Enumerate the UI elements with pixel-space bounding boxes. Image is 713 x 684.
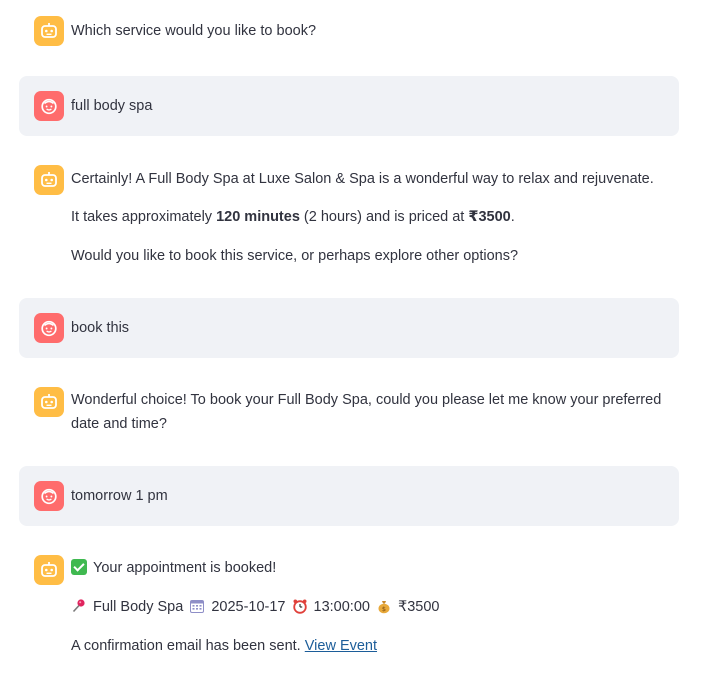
booking-status-text: Your appointment is booked! (93, 560, 277, 576)
chat-message-assistant: Your appointment is booked! Full Body Sp… (19, 540, 679, 680)
chat-message-assistant: Certainly! A Full Body Spa at Luxe Salon… (19, 150, 679, 285)
confirmation-text: A confirmation email has been sent. (71, 638, 301, 654)
booking-confirmed-line: Your appointment is booked! (71, 557, 276, 579)
view-event-link[interactable]: View Event (305, 638, 377, 654)
robot-face-icon (34, 16, 64, 46)
robot-face-icon (34, 387, 64, 417)
appointment-time: 13:00:00 (313, 599, 370, 615)
service-name: Full Body Spa (93, 599, 184, 615)
text-segment: (2 hours) and is priced at (299, 209, 469, 225)
message-text: book this (71, 320, 130, 336)
message-paragraph: Certainly! A Full Body Spa at Luxe Salon… (71, 171, 654, 187)
smiling-face-icon (34, 481, 64, 511)
robot-face-icon (34, 555, 64, 585)
chat-message-user: full body spa (19, 76, 679, 136)
message-text: Which service would you like to book? (71, 23, 317, 39)
message-text: full body spa (71, 98, 153, 114)
chat-message-user: book this (19, 298, 679, 358)
alarm-clock-icon (292, 598, 308, 621)
chat-message-assistant: Wonderful choice! To book your Full Body… (19, 372, 679, 452)
money-bag-icon: $ (376, 598, 392, 621)
text-segment: It takes approximately (71, 209, 217, 225)
pushpin-icon (71, 598, 87, 621)
price-text: ₹3500 (468, 209, 511, 225)
calendar-icon (189, 598, 205, 621)
booking-details-line: Full Body Spa 2025-10-17 13:00:00 $ ₹350… (71, 596, 439, 621)
smiling-face-icon (34, 313, 64, 343)
message-text: tomorrow 1 pm (71, 488, 168, 504)
text-segment: . (510, 209, 515, 225)
appointment-price: ₹3500 (398, 599, 440, 615)
check-mark-icon (71, 559, 87, 575)
svg-text:$: $ (382, 605, 386, 613)
message-paragraph: It takes approximately 120 minutes (2 ho… (71, 206, 515, 228)
message-text: Wonderful choice! To book your Full Body… (71, 392, 662, 432)
message-paragraph: Would you like to book this service, or … (71, 248, 519, 264)
chat-message-assistant: Which service would you like to book? (19, 0, 679, 62)
duration-text: 120 minutes (216, 209, 300, 225)
appointment-date: 2025-10-17 (211, 599, 286, 615)
smiling-face-icon (34, 91, 64, 121)
robot-face-icon (34, 165, 64, 195)
chat-message-user: tomorrow 1 pm (19, 466, 679, 526)
confirmation-line: A confirmation email has been sent. View… (71, 635, 377, 657)
